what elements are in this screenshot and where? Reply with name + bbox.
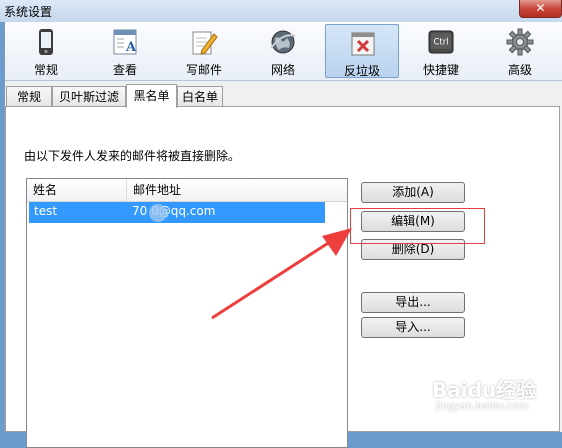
tab-blacklist[interactable]: 黑名单 <box>126 84 177 108</box>
watermark-url: jingyan.baidu.com <box>436 401 529 412</box>
annotation-arrow <box>211 228 352 320</box>
watermark-brand: Baidu经验 <box>432 378 537 402</box>
